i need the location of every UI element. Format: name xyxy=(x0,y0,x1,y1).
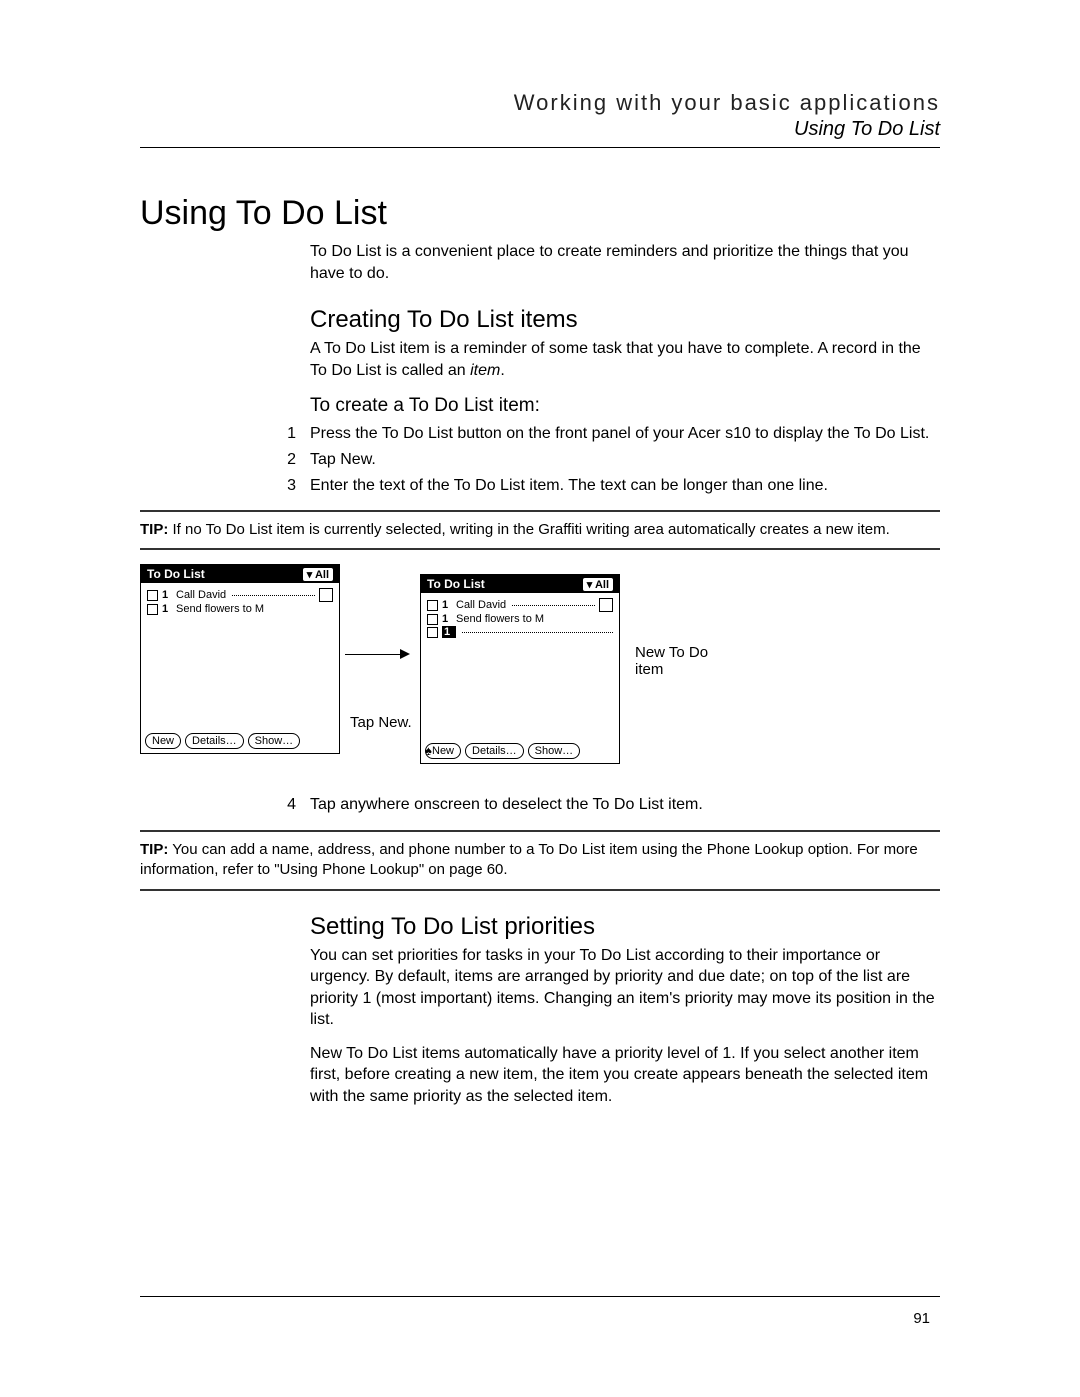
step-list-cont: 4 Tap anywhere onscreen to deselect the … xyxy=(266,794,940,816)
running-header: Working with your basic applications Usi… xyxy=(140,90,940,148)
tip-label: TIP: xyxy=(140,521,168,538)
tip-text-1: If no To Do List item is currently selec… xyxy=(173,521,890,538)
palm-title-bar-2: To Do List ▾ All xyxy=(421,575,619,593)
tip-box-2: TIP: You can add a name, address, and ph… xyxy=(140,830,940,891)
palm-items-2: 1Call David 1Send flowers to M 1 xyxy=(421,593,619,643)
tip-text-2: You can add a name, address, and phone n… xyxy=(140,841,918,878)
intro-paragraph: To Do List is a convenient place to crea… xyxy=(310,241,940,284)
palm-details-button: Details… xyxy=(185,733,244,749)
palm-new-button: New xyxy=(145,733,181,749)
step-list: 1 Press the To Do List button on the fro… xyxy=(266,423,940,496)
section-heading-priorities: Setting To Do List priorities xyxy=(310,913,940,941)
footer-rule xyxy=(140,1296,940,1297)
chapter-title: Working with your basic applications xyxy=(140,90,940,116)
arrow-line xyxy=(345,654,400,655)
arrow-head-icon xyxy=(400,649,410,659)
palm-items: 1Call David 1Send flowers to M xyxy=(141,583,339,620)
priorities-paragraph-1: You can set priorities for tasks in your… xyxy=(310,945,940,1031)
step-3: 3 Enter the text of the To Do List item.… xyxy=(266,475,940,497)
palm-show-button: Show… xyxy=(248,733,301,749)
tip-label-2: TIP: xyxy=(140,841,168,858)
step-4: 4 Tap anywhere onscreen to deselect the … xyxy=(266,794,940,816)
screenshot-diagram: To Do List ▾ All 1Call David 1Send flowe… xyxy=(140,564,940,784)
page-number: 91 xyxy=(913,1310,930,1327)
callout-tap-new: Tap New. xyxy=(350,714,412,731)
create-paragraph: A To Do List item is a reminder of some … xyxy=(310,338,940,381)
palm-screen-before: To Do List ▾ All 1Call David 1Send flowe… xyxy=(140,564,340,754)
section-heading-create: Creating To Do List items xyxy=(310,306,940,334)
palm-buttons: New Details… Show… xyxy=(145,733,300,749)
step-2: 2 Tap New. xyxy=(266,449,940,471)
up-arrow-icon: ♠ xyxy=(425,743,432,758)
palm-buttons-2: New Details… Show… ♠ xyxy=(425,743,580,759)
chapter-subsection: Using To Do List xyxy=(140,118,940,141)
palm-screen-after: To Do List ▾ All 1Call David 1Send flowe… xyxy=(420,574,620,764)
priorities-paragraph-2: New To Do List items automatically have … xyxy=(310,1043,940,1108)
palm-category-2: ▾ All xyxy=(583,578,613,591)
callout-new-item: New To Do item xyxy=(635,644,725,678)
step-1: 1 Press the To Do List button on the fro… xyxy=(266,423,940,445)
page: Working with your basic applications Usi… xyxy=(0,0,1080,1397)
palm-title-bar: To Do List ▾ All xyxy=(141,565,339,583)
palm-category: ▾ All xyxy=(303,568,333,581)
header-rule xyxy=(140,147,940,148)
procedure-heading: To create a To Do List item: xyxy=(310,395,940,417)
page-heading: Using To Do List xyxy=(140,194,940,233)
tip-box-1: TIP: If no To Do List item is currently … xyxy=(140,510,940,550)
